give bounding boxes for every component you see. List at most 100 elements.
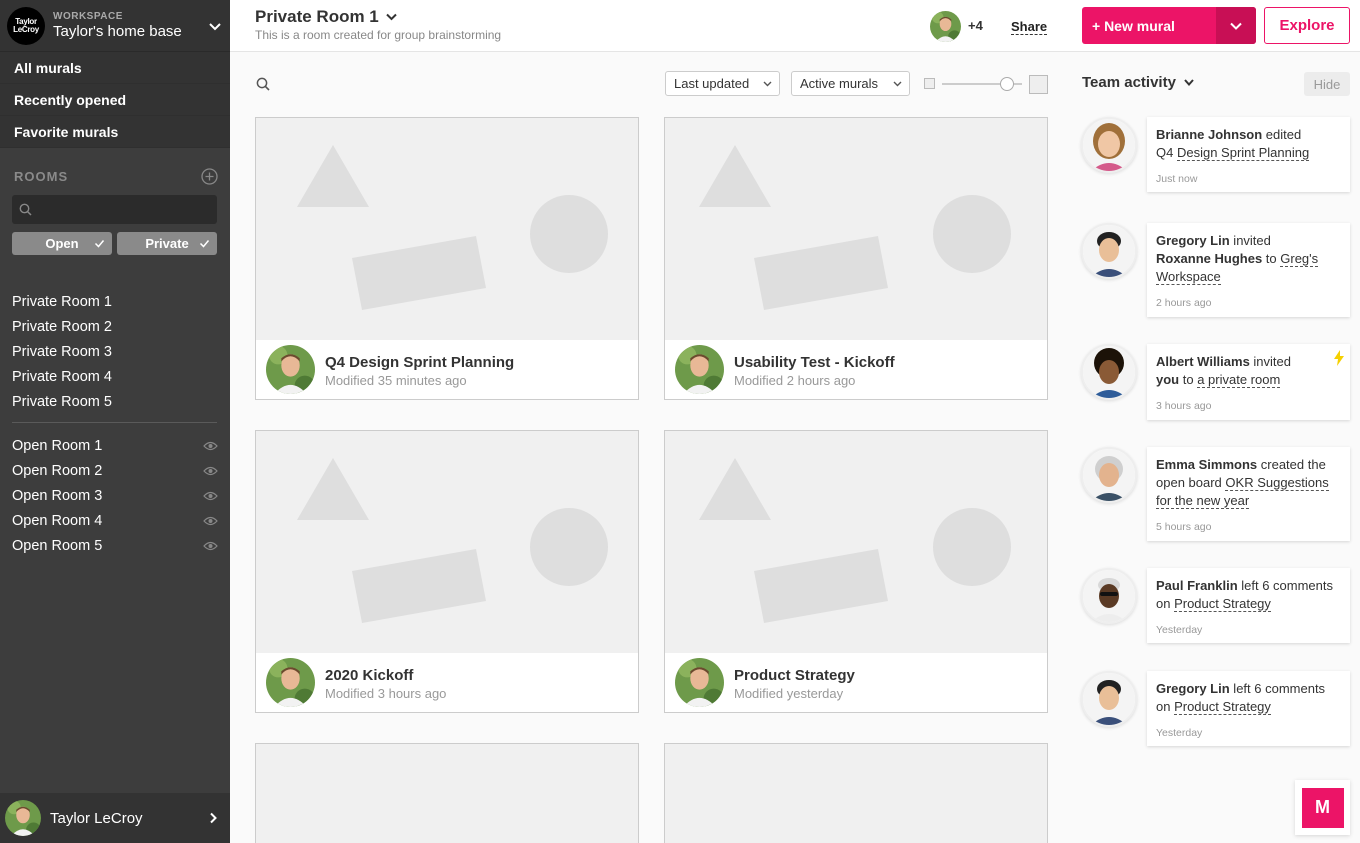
activity-link[interactable]: Greg's bbox=[1280, 251, 1319, 267]
mural-app-logo[interactable]: M bbox=[1295, 780, 1350, 835]
user-menu[interactable]: Taylor LeCroy bbox=[0, 793, 230, 843]
member-count[interactable]: +4 bbox=[968, 18, 983, 33]
sidebar-item-private-room-2[interactable]: Private Room 2 bbox=[0, 314, 230, 339]
mural-card[interactable]: Q4 Design Sprint Planning Modified 35 mi… bbox=[255, 117, 639, 400]
avatar bbox=[266, 345, 315, 394]
mural-modified: Modified yesterday bbox=[734, 686, 844, 701]
workspace-switcher[interactable]: Taylor LeCroy WORKSPACE Taylor's home ba… bbox=[0, 0, 230, 52]
room-title-dropdown[interactable]: Private Room 1 bbox=[255, 7, 397, 27]
slider-handle[interactable] bbox=[1000, 77, 1014, 91]
activity-item: Gregory Lin left 6 comments on Product S… bbox=[1147, 671, 1350, 746]
filter-open[interactable]: Open bbox=[12, 232, 112, 255]
room-search-input[interactable] bbox=[38, 202, 208, 217]
sort-select[interactable]: Last updated bbox=[665, 71, 780, 96]
sidebar-item-open-room-3[interactable]: Open Room 3 bbox=[0, 483, 230, 508]
mural-card[interactable] bbox=[255, 743, 639, 843]
activity-link[interactable]: Workspace bbox=[1156, 269, 1221, 285]
activity-text: created the bbox=[1257, 457, 1326, 472]
mural-card[interactable]: Product Strategy Modified yesterday bbox=[664, 430, 1048, 713]
activity-text: invited bbox=[1249, 354, 1291, 369]
activity-link[interactable]: for the new year bbox=[1156, 493, 1250, 509]
sidebar-item-open-room-1[interactable]: Open Room 1 bbox=[0, 433, 230, 458]
eye-icon bbox=[203, 441, 218, 450]
sidebar-item-private-room-3[interactable]: Private Room 3 bbox=[0, 339, 230, 364]
nav-recently-opened[interactable]: Recently opened bbox=[0, 84, 230, 116]
activity-target: you bbox=[1156, 372, 1180, 387]
sidebar-item-open-room-5[interactable]: Open Room 5 bbox=[0, 533, 230, 558]
room-label: Private Room 2 bbox=[12, 318, 112, 335]
avatar bbox=[1081, 568, 1137, 624]
mural-title: Product Strategy bbox=[734, 667, 855, 684]
eye-icon bbox=[203, 516, 218, 525]
sidebar-item-open-room-2[interactable]: Open Room 2 bbox=[0, 458, 230, 483]
mural-title: Usability Test - Kickoff bbox=[734, 354, 895, 371]
new-mural-button[interactable]: + New mural bbox=[1082, 7, 1256, 44]
activity-time: Yesterday bbox=[1156, 624, 1203, 636]
hide-activity-button[interactable]: Hide bbox=[1304, 72, 1350, 96]
filter-open-label: Open bbox=[45, 236, 79, 251]
mural-thumbnail bbox=[665, 744, 1047, 843]
activity-actor: Emma Simmons bbox=[1156, 457, 1258, 472]
activity-time: 5 hours ago bbox=[1156, 521, 1212, 533]
activity-item: Paul Franklin left 6 comments on Product… bbox=[1147, 568, 1350, 643]
search-icon[interactable] bbox=[256, 77, 270, 91]
eye-icon bbox=[203, 541, 218, 550]
activity-text: invited bbox=[1229, 233, 1271, 248]
activity-link[interactable]: Design Sprint Planning bbox=[1176, 145, 1310, 161]
mural-card[interactable] bbox=[664, 743, 1048, 843]
filter-private[interactable]: Private bbox=[117, 232, 217, 255]
sidebar-item-private-room-4[interactable]: Private Room 4 bbox=[0, 364, 230, 389]
mural-card[interactable]: Usability Test - Kickoff Modified 2 hour… bbox=[664, 117, 1048, 400]
activity-link[interactable]: Product Strategy bbox=[1174, 699, 1271, 715]
chevron-down-icon bbox=[893, 81, 902, 87]
nav-favorite-murals[interactable]: Favorite murals bbox=[0, 116, 230, 148]
activity-time: Yesterday bbox=[1156, 727, 1203, 739]
mural-thumbnail bbox=[256, 744, 638, 843]
activity-link[interactable]: a private room bbox=[1197, 372, 1281, 388]
new-mural-dropdown[interactable] bbox=[1216, 7, 1256, 44]
activity-text: on bbox=[1156, 596, 1175, 611]
eye-icon bbox=[203, 491, 218, 500]
user-name: Taylor LeCroy bbox=[50, 809, 143, 827]
activity-actor: Gregory Lin bbox=[1156, 233, 1230, 248]
team-activity-dropdown[interactable]: Team activity bbox=[1082, 74, 1194, 91]
rooms-heading: ROOMS bbox=[14, 168, 69, 184]
room-description: This is a room created for group brainst… bbox=[255, 28, 502, 42]
activity-text: to bbox=[1262, 251, 1281, 266]
activity-time: Just now bbox=[1156, 173, 1198, 185]
share-button[interactable]: Share bbox=[1011, 19, 1048, 35]
chevron-down-icon[interactable] bbox=[208, 19, 222, 33]
room-label: Open Room 3 bbox=[12, 487, 103, 504]
activity-link[interactable]: Product Strategy bbox=[1174, 596, 1271, 612]
chevron-down-icon bbox=[1230, 22, 1242, 30]
small-thumbnail-icon[interactable] bbox=[924, 78, 935, 89]
activity-text: to bbox=[1179, 372, 1198, 387]
activity-actor: Paul Franklin bbox=[1156, 578, 1238, 593]
avatar bbox=[266, 658, 315, 707]
divider bbox=[12, 422, 217, 423]
activity-link[interactable]: OKR Suggestions bbox=[1225, 475, 1329, 491]
activity-text: on bbox=[1156, 699, 1175, 714]
sidebar-item-private-room-1[interactable]: Private Room 1 bbox=[0, 289, 230, 314]
header: Private Room 1 This is a room created fo… bbox=[230, 0, 1360, 52]
page-title: Private Room 1 bbox=[255, 7, 379, 26]
lightning-icon bbox=[1334, 350, 1344, 366]
activity-text: edited bbox=[1262, 127, 1302, 142]
room-label: Private Room 1 bbox=[12, 293, 112, 310]
sidebar-item-private-room-5[interactable]: Private Room 5 bbox=[0, 389, 230, 414]
chevron-down-icon bbox=[1184, 79, 1194, 86]
avatar[interactable] bbox=[930, 11, 961, 42]
add-room-icon[interactable] bbox=[201, 167, 218, 185]
activity-time: 2 hours ago bbox=[1156, 297, 1212, 309]
avatar bbox=[1081, 223, 1137, 279]
sidebar-item-open-room-4[interactable]: Open Room 4 bbox=[0, 508, 230, 533]
mural-thumbnail bbox=[665, 431, 1047, 653]
mural-card[interactable]: 2020 Kickoff Modified 3 hours ago bbox=[255, 430, 639, 713]
explore-button[interactable]: Explore bbox=[1264, 7, 1350, 44]
large-thumbnail-icon[interactable] bbox=[1029, 75, 1048, 94]
activity-actor: Gregory Lin bbox=[1156, 681, 1230, 696]
room-label: Open Room 4 bbox=[12, 512, 103, 529]
status-filter-select[interactable]: Active murals bbox=[791, 71, 910, 96]
nav-all-murals[interactable]: All murals bbox=[0, 52, 230, 84]
activity-text: Q4 bbox=[1156, 145, 1177, 160]
